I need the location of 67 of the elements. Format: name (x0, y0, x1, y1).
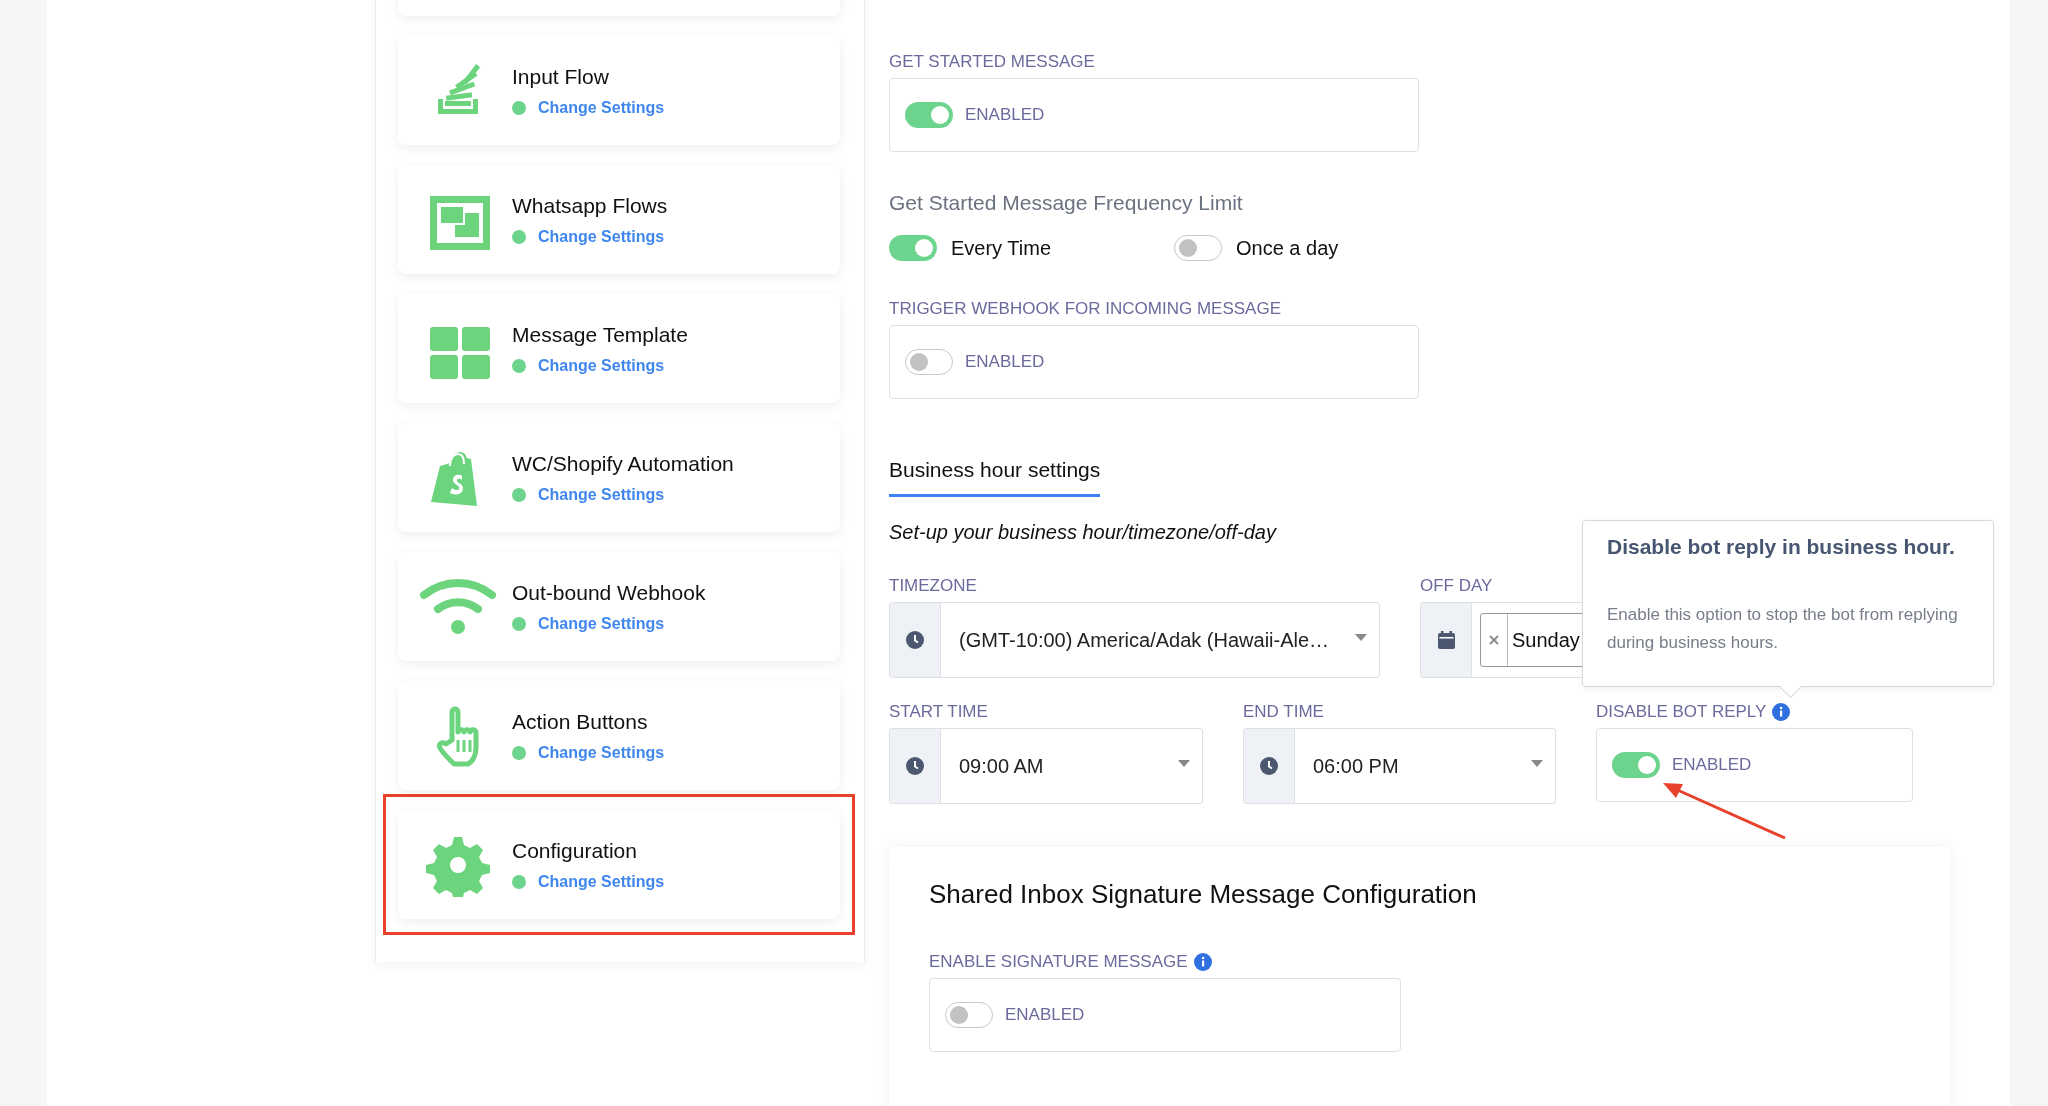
clock-icon (906, 757, 924, 775)
clock-icon (906, 631, 924, 649)
field-label: TRIGGER WEBHOOK FOR INCOMING MESSAGE (889, 299, 1281, 319)
status-dot-icon (512, 874, 526, 889)
card-title: Whatsapp Flows (512, 193, 668, 218)
toggle-switch[interactable] (945, 1002, 993, 1028)
status-dot-icon (512, 487, 526, 502)
card-heading: Shared Inbox Signature Message Configuration (929, 879, 1478, 910)
section-title: Get Started Message Frequency Limit (889, 191, 1244, 215)
change-settings-link[interactable]: Change Settings (538, 614, 665, 633)
status-dot-icon (512, 100, 526, 115)
dropdown-field[interactable]: (GMT-10:00) America/Adak (Hawaii-Ale… (889, 602, 1380, 678)
caret-icon (1531, 759, 1543, 767)
tooltip-text: Enable this option to stop the bot from replying during business hours. (1607, 604, 1959, 654)
tooltip-title: Disable bot reply in business hour. (1607, 535, 1956, 559)
sidebar-card[interactable]: Input Flow Change Settings (398, 36, 840, 145)
toggle-label: ENABLED (1672, 755, 1752, 775)
field-label: DISABLE BOT REPLY (1596, 702, 1767, 722)
toggle-switch[interactable] (1174, 235, 1222, 261)
card-title: WC/Shopify Automation (512, 451, 734, 476)
status-dot-icon (512, 229, 526, 244)
section-tab[interactable]: Business hour settings (889, 458, 1101, 497)
change-settings-link[interactable]: Change Settings (538, 227, 665, 246)
change-settings-link[interactable]: Change Settings (538, 743, 665, 762)
toggle-label: ENABLED (965, 105, 1045, 125)
status-dot-icon (512, 358, 526, 373)
field-label: TIMEZONE (889, 576, 978, 596)
change-settings-link[interactable]: Change Settings (538, 485, 665, 504)
field-label: END TIME (1243, 702, 1325, 722)
toggle-label: ENABLED (965, 352, 1045, 372)
toggle-switch[interactable] (889, 235, 937, 261)
section-subtitle: Set-up your business hour/timezone/off-day (889, 521, 1278, 544)
dropdown-field[interactable]: 06:00 PM (1243, 728, 1556, 804)
sidebar-card[interactable]: Out-bound Webhook Change Settings (398, 552, 840, 661)
sidebar-card[interactable]: Configuration Change Settings (398, 810, 840, 919)
field-label: OFF DAY (1420, 576, 1494, 596)
change-settings-link[interactable]: Change Settings (538, 356, 665, 375)
sidebar-card[interactable]: Action Buttons Change Settings (398, 681, 840, 790)
change-settings-link[interactable]: Change Settings (538, 872, 665, 891)
toggle-switch[interactable] (1612, 752, 1660, 778)
sidebar-card[interactable]: Whatsapp Flows Change Settings (398, 165, 840, 274)
dropdown-field[interactable]: 09:00 AM (889, 728, 1203, 804)
toggle-switch[interactable] (905, 349, 953, 375)
caret-icon (1355, 633, 1367, 641)
card-title: Action Buttons (512, 709, 649, 734)
close-icon[interactable] (1489, 635, 1499, 645)
option-label: Every Time (951, 236, 1052, 260)
card-title: Configuration (512, 838, 638, 863)
field-label: GET STARTED MESSAGE (889, 52, 1095, 72)
card-title: Out-bound Webhook (512, 580, 706, 605)
toggle-switch[interactable] (905, 102, 953, 128)
card-title: Input Flow (512, 64, 610, 89)
change-settings-link[interactable]: Change Settings (538, 98, 665, 117)
caret-icon (1178, 759, 1190, 767)
calendar-icon (1437, 631, 1455, 649)
clock-icon (1260, 757, 1278, 775)
field-label: START TIME (889, 702, 989, 722)
field-label: ENABLE SIGNATURE MESSAGE (929, 952, 1188, 972)
card-title: Message Template (512, 322, 688, 347)
info-icon (1772, 703, 1791, 721)
status-dot-icon (512, 745, 526, 760)
sidebar-card[interactable]: Message Template Change Settings (398, 294, 840, 403)
sidebar-card[interactable]: WC/Shopify Automation Change Settings (398, 423, 840, 532)
option-label: Once a day (1236, 236, 1339, 260)
status-dot-icon (512, 616, 526, 631)
toggle-label: ENABLED (1005, 1005, 1085, 1025)
info-icon (1193, 953, 1212, 971)
